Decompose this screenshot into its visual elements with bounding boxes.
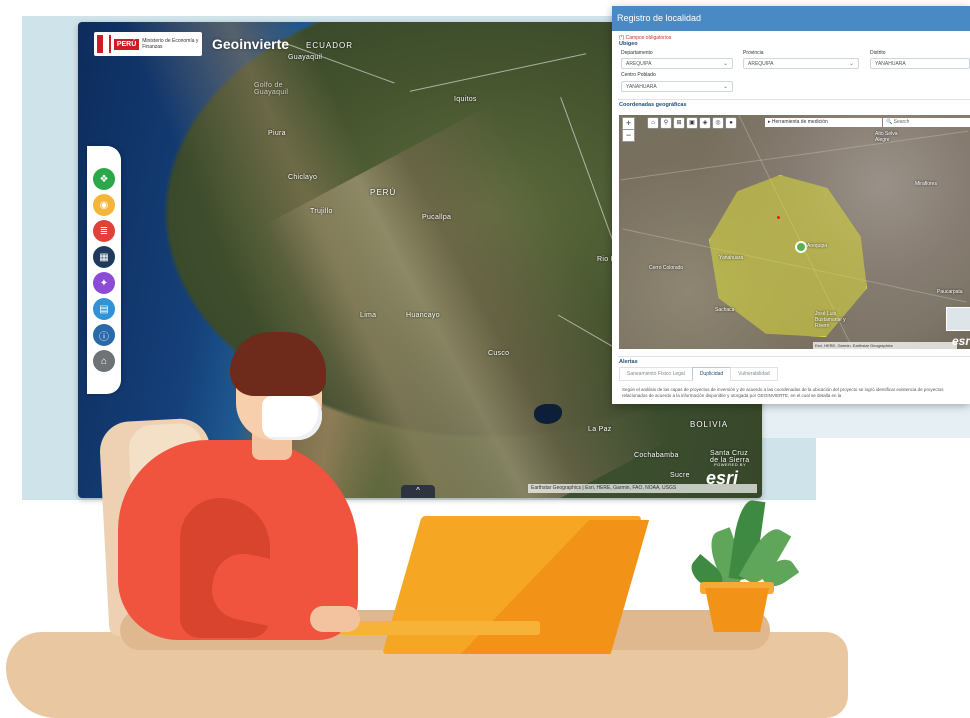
map-label-piura: Piura xyxy=(268,130,286,137)
sat-label-alto-selva: Alto Selva Alegre xyxy=(875,131,898,143)
map-label-peru: PERÚ xyxy=(370,188,397,197)
divider xyxy=(618,99,970,100)
map-label-pucallpa: Pucallpa xyxy=(422,214,452,221)
lock-icon[interactable]: ⌂ xyxy=(93,350,115,372)
sat-label-miraflores: Miraflores xyxy=(915,181,937,187)
esri-logo: esri xyxy=(706,468,739,488)
map-label-golfo: Golfo de Guayaquil xyxy=(254,82,289,96)
alertas-heading: Alertas xyxy=(619,359,638,365)
person-hand-illustration xyxy=(310,606,360,632)
map-label-bolivia: BOLIVIA xyxy=(690,420,729,429)
gov-logo: PERÚ Ministerio de Economía y Finanzas xyxy=(94,32,202,56)
layers-icon[interactable]: ❖ xyxy=(93,168,115,190)
map-label-guayaquil: Guayaquil xyxy=(288,54,323,61)
centro-poblado-value: YANAHUARA xyxy=(626,84,657,90)
money-icon[interactable]: ◉ xyxy=(93,194,115,216)
sat-label-sachaca: Sachaca xyxy=(715,307,735,313)
map-tools: ⌂ ⚲ ⊞ ▣ ◈ ◎ ● xyxy=(647,117,737,129)
departamento-value: AREQUIPA xyxy=(626,61,652,67)
side-toolbar: ❖ ◉ ≣ ▦ ✦ ▤ ⓘ ⌂ xyxy=(87,146,121,394)
locate-icon[interactable]: ◎ xyxy=(712,117,724,129)
info-icon[interactable]: ⓘ xyxy=(93,324,115,346)
chevron-down-icon: ⌄ xyxy=(722,61,728,67)
satellite-map[interactable]: Arequipa Alto Selva Alegre Miraflores Ya… xyxy=(619,115,970,349)
sat-attribution: Esri, HERE, Garmin, Earthstar Geographic… xyxy=(813,342,957,349)
user-icon[interactable]: ● xyxy=(725,117,737,129)
plant-pot-illustration xyxy=(705,588,769,632)
print-icon[interactable]: ▤ xyxy=(93,298,115,320)
centro-poblado-select[interactable]: YANAHUARA ⌄ xyxy=(621,81,733,92)
stack-icon[interactable]: ≣ xyxy=(93,220,115,242)
alert-description: Según el análisis de las capas de proyec… xyxy=(622,387,944,398)
background-strip xyxy=(756,400,970,438)
bottom-panel-toggle[interactable]: ^ xyxy=(401,485,435,498)
provincia-value: AREQUIPA xyxy=(748,61,774,67)
distrito-value: YANAHUARA xyxy=(875,61,906,67)
sat-esri-logo: esri xyxy=(952,334,970,348)
measure-icon[interactable]: ⊞ xyxy=(673,117,685,129)
border-line xyxy=(409,53,587,92)
provincia-select[interactable]: AREQUIPA ⌄ xyxy=(743,58,859,69)
tab-duplicidad[interactable]: Duplicidad xyxy=(691,367,732,381)
map-label-lima: Lima xyxy=(360,312,377,319)
zoom-out-button[interactable]: − xyxy=(622,129,635,142)
basemap-icon[interactable]: ▣ xyxy=(686,117,698,129)
project-point[interactable] xyxy=(777,216,780,219)
tab-saneamiento[interactable]: Saneamiento Físico Legal xyxy=(619,367,693,381)
laptop-base-illustration xyxy=(340,621,540,635)
map-label-cusco: Cusco xyxy=(488,350,510,357)
registro-dialog: Registro de localidad (*) Campos obligat… xyxy=(612,6,970,404)
map-label-huancayo: Huancayo xyxy=(406,312,440,319)
departamento-label: Departamento xyxy=(621,50,653,56)
grid-icon[interactable]: ▦ xyxy=(93,246,115,268)
pin-icon[interactable]: ⚲ xyxy=(660,117,672,129)
location-pin-icon[interactable] xyxy=(795,241,807,253)
sat-label-paucarpata: Paucarpata xyxy=(937,289,963,295)
sat-label-arequipa: Arequipa xyxy=(807,243,828,249)
map-label-trujillo: Trujillo xyxy=(310,208,333,215)
home-icon[interactable]: ⌂ xyxy=(647,117,659,129)
tab-vulnerabilidad[interactable]: Vulnerabilidad xyxy=(730,367,778,381)
measure-tool-button[interactable]: ▸ Herramienta de medición xyxy=(765,118,882,127)
gov-brand: PERÚ xyxy=(113,38,140,50)
ubigeo-heading: Ubigeo xyxy=(619,41,638,47)
departamento-select[interactable]: AREQUIPA ⌄ xyxy=(621,58,733,69)
divider xyxy=(618,356,970,357)
road-line xyxy=(620,130,969,181)
distrito-select[interactable]: YANAHUARA xyxy=(870,58,970,69)
map-label-cochabamba: Cochabamba xyxy=(634,452,679,459)
flag-icon xyxy=(97,35,111,53)
sat-label-yanahuara: Yanahuara xyxy=(719,255,744,261)
basemap-thumbnail[interactable] xyxy=(946,307,970,331)
face-mask-illustration xyxy=(262,396,322,440)
dialog-title: Registro de localidad xyxy=(612,6,970,31)
layer-icon[interactable]: ◈ xyxy=(699,117,711,129)
map-search-input[interactable]: 🔍 Search xyxy=(883,118,970,127)
chart-icon[interactable]: ✦ xyxy=(93,272,115,294)
sat-label-cerro: Cerro Colorado xyxy=(649,265,684,271)
coords-heading: Coordenadas geográficas xyxy=(619,102,687,108)
distrito-label: Distrito xyxy=(870,50,886,56)
map-label-chiclayo: Chiclayo xyxy=(288,174,318,181)
map-label-la-paz: La Paz xyxy=(588,426,612,433)
centro-poblado-label: Centro Poblado xyxy=(621,72,656,78)
esri-powered: POWERED BY xyxy=(714,462,747,467)
border-line xyxy=(560,97,616,248)
map-label-sucre: Sucre xyxy=(670,472,690,479)
chevron-down-icon: ⌄ xyxy=(722,84,728,90)
app-title: Geoinvierte xyxy=(212,36,290,52)
map-label-ecuador: ECUADOR xyxy=(306,41,354,50)
gov-ministry: Ministerio de Economía y Finanzas xyxy=(142,38,199,50)
provincia-label: Provincia xyxy=(743,50,764,56)
chevron-down-icon: ⌄ xyxy=(848,61,854,67)
map-label-iquitos: Iquitos xyxy=(454,96,477,103)
person-hair-illustration xyxy=(230,332,326,396)
sat-label-jose-luis: José Luis Bustamante y Rivero xyxy=(815,311,846,329)
alert-tabs: Saneamiento Físico Legal Duplicidad Vuln… xyxy=(619,367,778,381)
